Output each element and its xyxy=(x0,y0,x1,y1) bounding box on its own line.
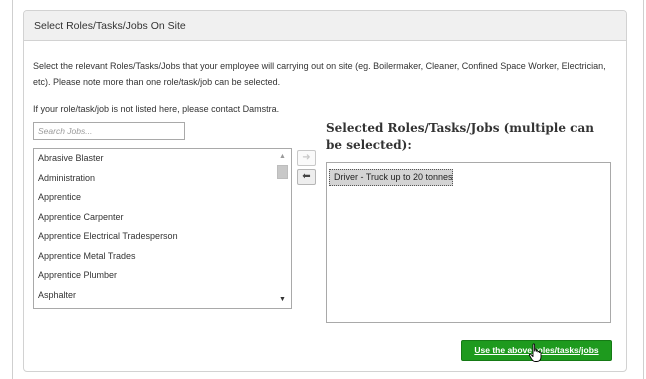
arrow-left-icon: ⬅ xyxy=(302,171,311,182)
add-selected-button[interactable]: ➜ xyxy=(297,150,316,166)
selected-jobs-heading: Selected Roles/Tasks/Jobs (multiple can … xyxy=(326,121,594,152)
job-list-item[interactable]: Apprentice Carpenter xyxy=(34,208,291,228)
job-list-scrollbar[interactable]: ▲ ▼ xyxy=(274,149,291,308)
job-list-item[interactable]: Administration xyxy=(34,169,291,189)
contact-note: If your role/task/job is not listed here… xyxy=(33,104,280,114)
selected-jobs-list[interactable]: Driver - Truck up to 20 tonnes xyxy=(326,162,611,323)
job-list-item[interactable]: Apprentice Plumber xyxy=(34,266,291,286)
remove-selected-button[interactable]: ⬅ xyxy=(297,169,316,185)
search-jobs-input[interactable] xyxy=(33,122,185,140)
job-list-item[interactable]: Abrasive Blaster xyxy=(34,149,291,169)
job-list-item[interactable]: Apprentice xyxy=(34,188,291,208)
job-list-item[interactable]: Apprentice Metal Trades xyxy=(34,247,291,267)
arrow-right-icon: ➜ xyxy=(302,152,311,163)
scroll-down-icon[interactable]: ▼ xyxy=(274,294,291,306)
hand-cursor-icon xyxy=(528,343,542,362)
roles-panel: Select Roles/Tasks/Jobs On Site Select t… xyxy=(23,10,627,372)
panel-title: Select Roles/Tasks/Jobs On Site xyxy=(24,11,626,41)
scroll-thumb[interactable] xyxy=(277,165,288,179)
panel-body: Select the relevant Roles/Tasks/Jobs tha… xyxy=(24,41,626,371)
scroll-up-icon[interactable]: ▲ xyxy=(274,151,291,163)
panel-description: Select the relevant Roles/Tasks/Jobs tha… xyxy=(33,61,606,87)
available-jobs-list[interactable]: Abrasive Blaster Administration Apprenti… xyxy=(33,148,292,309)
job-list-item[interactable]: Apprentice Electrical Tradesperson xyxy=(34,227,291,247)
job-list-item[interactable]: Asphalter xyxy=(34,286,291,306)
selected-job-item[interactable]: Driver - Truck up to 20 tonnes xyxy=(329,169,453,186)
